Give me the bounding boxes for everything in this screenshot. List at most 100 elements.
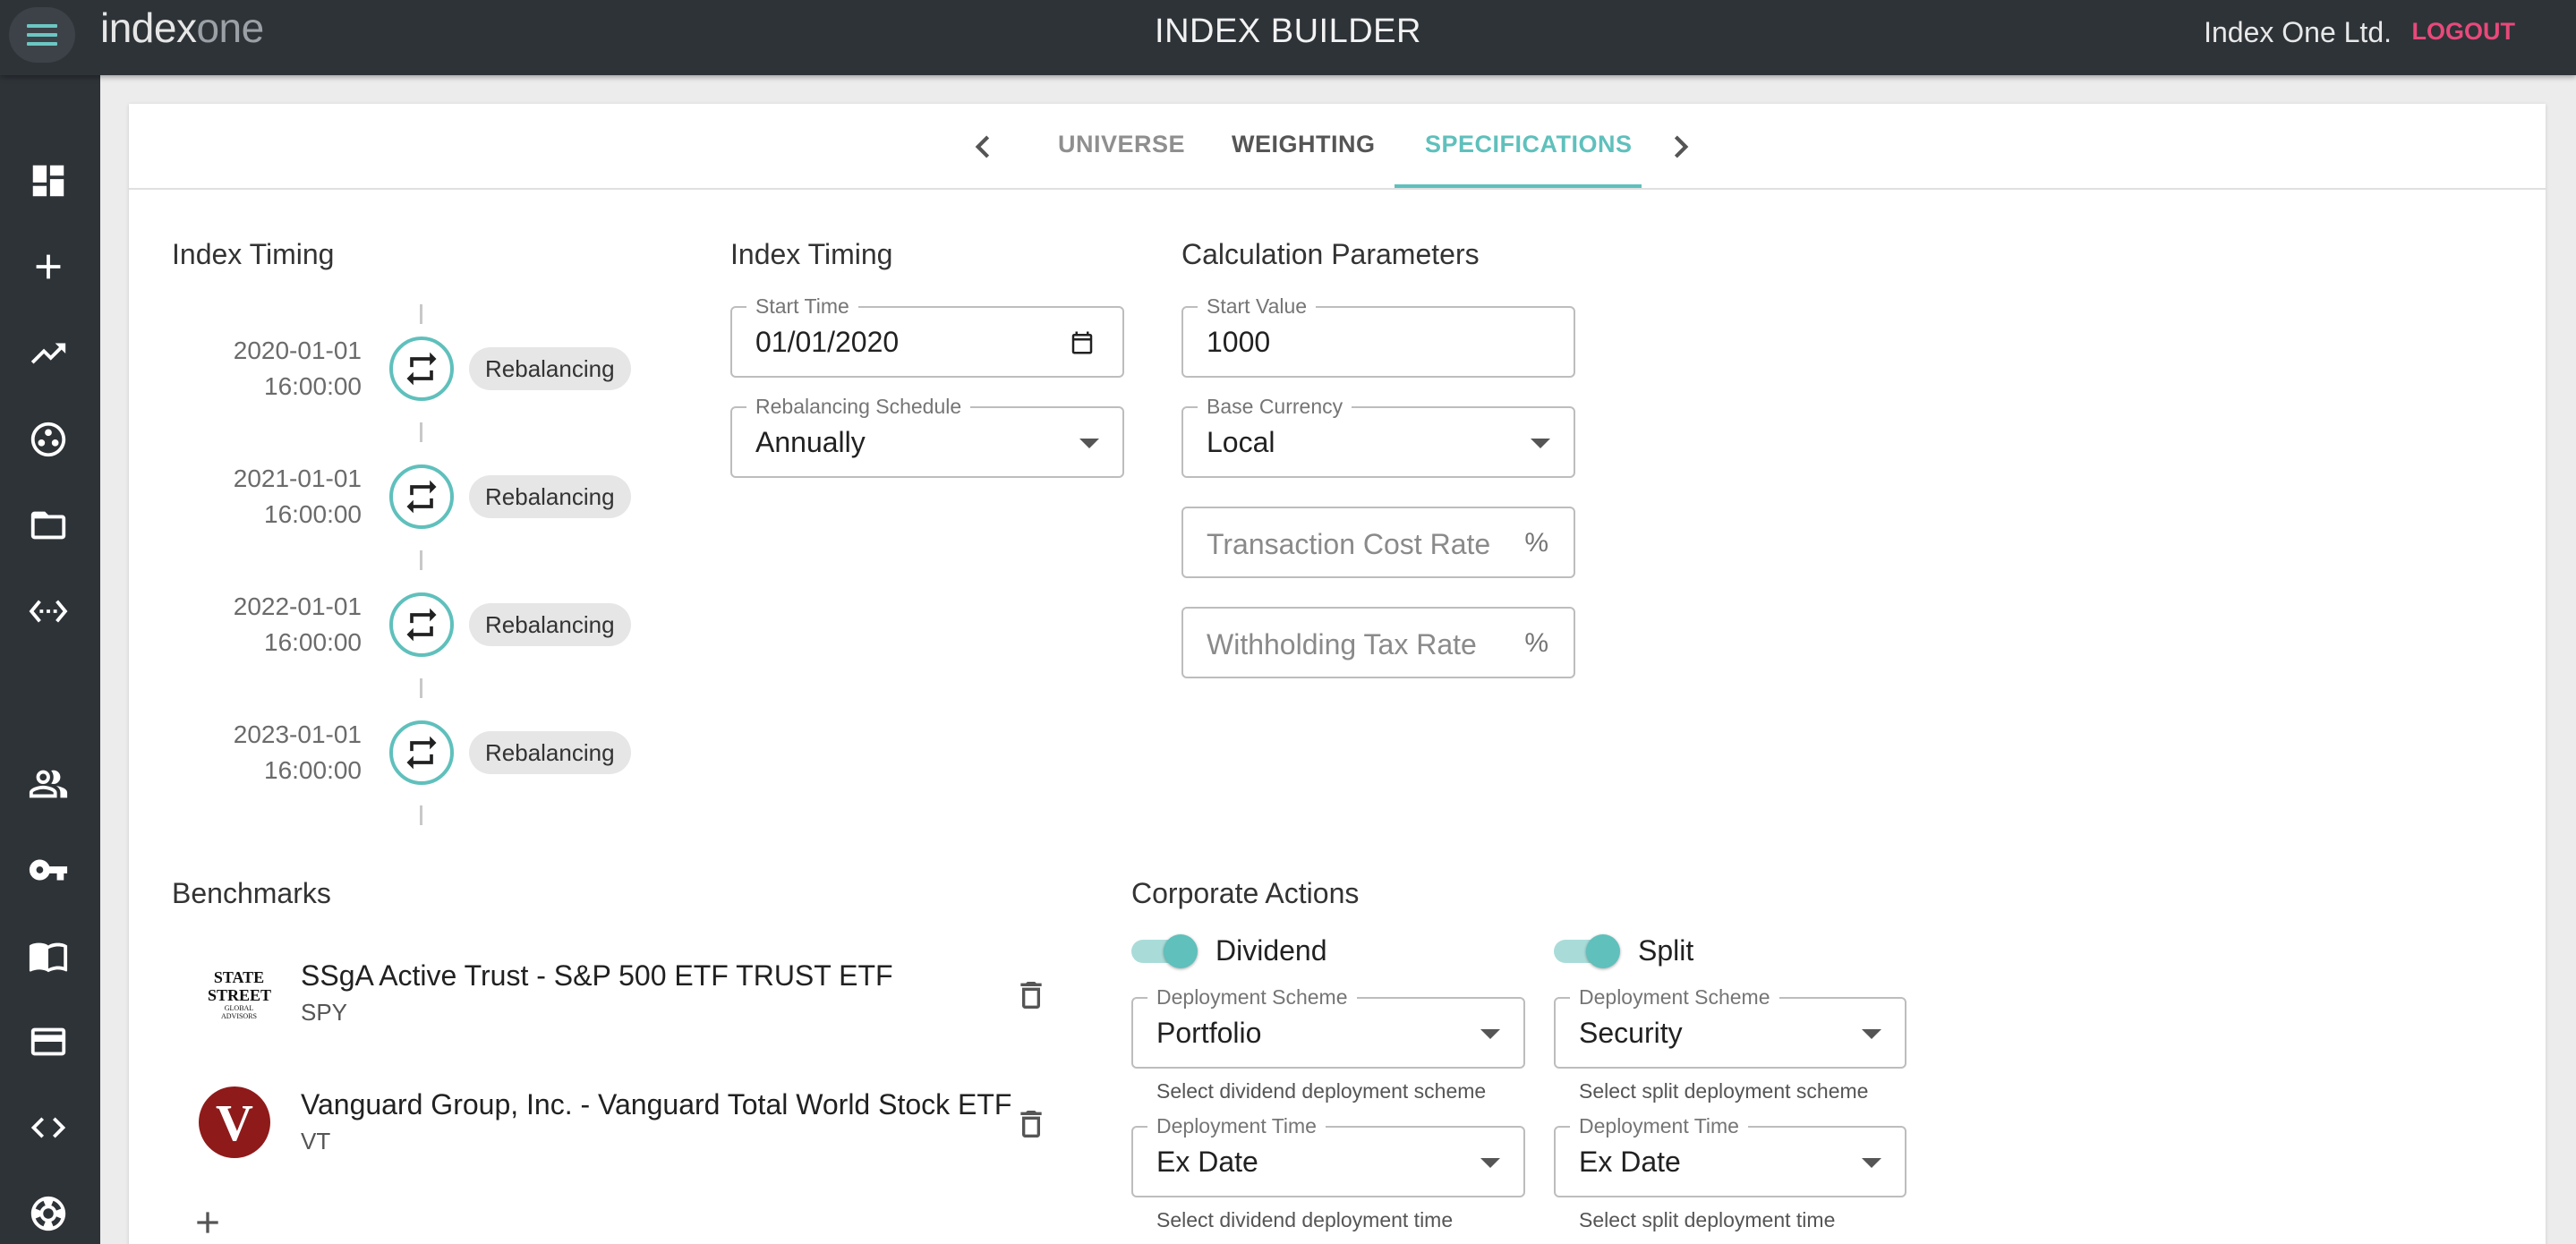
rebalancing-schedule-value: Annually [755,426,866,458]
dashboard-icon[interactable] [27,159,70,202]
chevron-down-icon [1862,1158,1881,1168]
start-time-field[interactable]: Start Time 01/01/2020 [730,294,1124,378]
key-icon[interactable] [27,848,70,891]
logo-text: ADVISORS [220,1012,257,1020]
timeline-connector [420,805,422,825]
logout-button[interactable]: LOGOUT [2412,18,2516,46]
withholding-tax-field[interactable]: Withholding Tax Rate % [1181,607,1575,678]
timeline-date: 2022-01-01 16:00:00 [183,589,362,660]
credit-card-icon[interactable] [27,1020,70,1063]
chevron-down-icon [1079,439,1099,448]
chevron-down-icon [1862,1029,1881,1039]
timeline-date-time: 16:00:00 [264,756,362,784]
tab-specifications[interactable]: SPECIFICATIONS [1425,131,1633,158]
start-time-label: Start Time [746,294,858,319]
timeline-date-time: 16:00:00 [264,500,362,528]
split-scheme-value: Security [1579,1017,1683,1049]
dividend-scheme-helper: Select dividend deployment scheme [1156,1079,1487,1103]
timeline-date: 2021-01-01 16:00:00 [183,461,362,533]
company-name: Index One Ltd. [2204,16,2392,48]
rebalancing-schedule-select[interactable]: Rebalancing Schedule Annually [730,394,1124,478]
corporate-actions-title: Corporate Actions [1131,877,1360,909]
start-value-label: Start Value [1198,294,1317,319]
plus-icon[interactable] [27,245,70,288]
percent-suffix: % [1524,628,1548,658]
split-time-label: Deployment Time [1570,1113,1748,1138]
folder-icon[interactable] [27,504,70,547]
logo-text: STREET [208,986,272,1004]
tab-prev-icon[interactable] [958,122,1008,172]
dividend-toggle[interactable] [1131,931,1198,970]
vanguard-logo: V [199,1086,270,1158]
start-time-value[interactable]: 01/01/2020 [755,326,899,359]
tab-weighting[interactable]: WEIGHTING [1232,131,1376,158]
benchmark-ticker: SPY [301,999,348,1026]
timeline-date-day: 2023-01-01 [233,720,362,748]
logo-text: STATE [213,968,265,986]
split-time-value: Ex Date [1579,1146,1681,1178]
timeline-connector [420,550,422,570]
book-icon[interactable] [27,934,70,977]
split-scheme-label: Deployment Scheme [1570,984,1779,1010]
tab-universe[interactable]: UNIVERSE [1058,131,1185,158]
timeline-connector [420,678,422,698]
split-time-select[interactable]: Deployment Time Ex Date [1554,1113,1906,1197]
calendar-icon[interactable] [1069,329,1096,356]
withholding-tax-placeholder: Withholding Tax Rate [1207,628,1477,660]
rebalancing-chip: Rebalancing [469,475,631,518]
chevron-down-icon [1531,439,1550,448]
rebalance-icon [389,464,454,529]
calc-params-title: Calculation Parameters [1181,238,1480,270]
index-timing-title: Index Timing [730,238,893,270]
dividend-time-value: Ex Date [1156,1146,1258,1178]
chevron-down-icon [1480,1158,1500,1168]
rebalance-icon [389,720,454,785]
dividend-scheme-select[interactable]: Deployment Scheme Portfolio [1131,984,1525,1069]
sidebar [0,75,100,1244]
hub-icon[interactable] [27,418,70,461]
state-street-logo: STATE STREET GLOBAL ADVISORS [208,968,272,1036]
split-scheme-select[interactable]: Deployment Scheme Security [1554,984,1906,1069]
base-currency-label: Base Currency [1198,394,1352,419]
split-label: Split [1638,934,1694,967]
timeline-title: Index Timing [172,238,335,270]
trending-up-icon[interactable] [27,332,70,375]
base-currency-select[interactable]: Base Currency Local [1181,394,1575,478]
rebalancing-schedule-label: Rebalancing Schedule [746,394,971,419]
timeline-date-time: 16:00:00 [264,372,362,400]
delete-icon[interactable] [1013,1104,1049,1144]
delete-icon[interactable] [1013,976,1049,1015]
rebalancing-chip: Rebalancing [469,603,631,646]
rebalancing-chip: Rebalancing [469,347,631,390]
benchmark-ticker: VT [301,1128,331,1155]
timeline-connector [420,304,422,324]
dividend-time-helper: Select dividend deployment time [1156,1208,1454,1231]
start-value-value[interactable]: 1000 [1207,326,1270,359]
dividend-time-select[interactable]: Deployment Time Ex Date [1131,1113,1525,1197]
split-toggle[interactable] [1554,931,1620,970]
timeline-date: 2023-01-01 16:00:00 [183,717,362,788]
code-icon[interactable] [27,1106,70,1149]
api-icon[interactable] [27,590,70,633]
benchmark-name: Vanguard Group, Inc. - Vanguard Total Wo… [301,1088,1012,1120]
percent-suffix: % [1524,528,1548,558]
top-bar: indexone INDEX BUILDER Index One Ltd. LO… [0,0,2576,75]
split-scheme-helper: Select split deployment scheme [1579,1079,1869,1103]
benchmark-name: SSgA Active Trust - S&P 500 ETF TRUST ET… [301,959,893,992]
users-icon[interactable] [27,763,70,805]
base-currency-value: Local [1207,426,1275,458]
dividend-time-label: Deployment Time [1147,1113,1326,1138]
dividend-label: Dividend [1215,934,1327,967]
timeline-date: 2020-01-01 16:00:00 [183,333,362,405]
split-time-helper: Select split deployment time [1579,1208,1836,1231]
rebalancing-chip: Rebalancing [469,731,631,774]
chevron-down-icon [1480,1029,1500,1039]
start-value-field[interactable]: Start Value 1000 [1181,294,1575,378]
tab-next-icon[interactable] [1656,122,1706,172]
support-icon[interactable] [27,1192,70,1235]
dividend-scheme-value: Portfolio [1156,1017,1262,1049]
timeline-date-day: 2020-01-01 [233,337,362,364]
transaction-cost-field[interactable]: Transaction Cost Rate % [1181,507,1575,578]
transaction-cost-placeholder: Transaction Cost Rate [1207,528,1491,560]
add-benchmark-icon[interactable] [190,1205,226,1240]
